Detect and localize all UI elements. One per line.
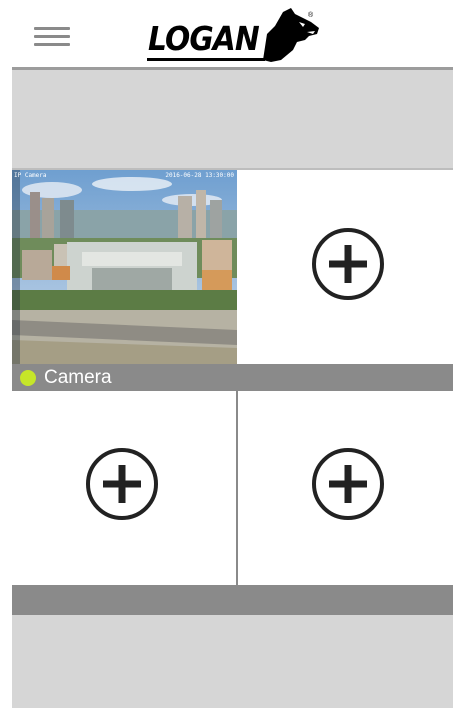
camera-overlay-name: IP Camera xyxy=(14,172,47,179)
empty-slot-4[interactable] xyxy=(238,391,453,585)
add-circle-icon[interactable] xyxy=(312,448,384,520)
camera-snapshot xyxy=(12,170,237,364)
app-header: LOGAN ® xyxy=(0,0,453,67)
add-circle-icon[interactable] xyxy=(312,228,384,300)
add-circle-icon[interactable] xyxy=(86,448,158,520)
empty-slot-2[interactable] xyxy=(237,170,453,364)
camera-label-bar: Camera xyxy=(12,364,453,391)
camera-overlay-timestamp: 2016-06-28 13:30:00 xyxy=(165,172,234,179)
camera-feed-tile[interactable]: IP Camera 2016-06-28 13:30:00 xyxy=(12,170,237,364)
bottom-label-bar xyxy=(12,585,453,615)
bottom-band xyxy=(12,615,453,708)
logan-logo: LOGAN ® xyxy=(145,4,325,64)
hamburger-menu-icon[interactable] xyxy=(34,27,70,49)
wolf-head-icon xyxy=(263,8,319,62)
empty-slot-3[interactable] xyxy=(12,391,236,585)
camera-name: Camera xyxy=(44,367,112,388)
status-online-icon xyxy=(20,370,36,386)
registered-mark: ® xyxy=(308,12,314,19)
left-strip xyxy=(0,67,12,708)
top-band xyxy=(12,70,453,168)
